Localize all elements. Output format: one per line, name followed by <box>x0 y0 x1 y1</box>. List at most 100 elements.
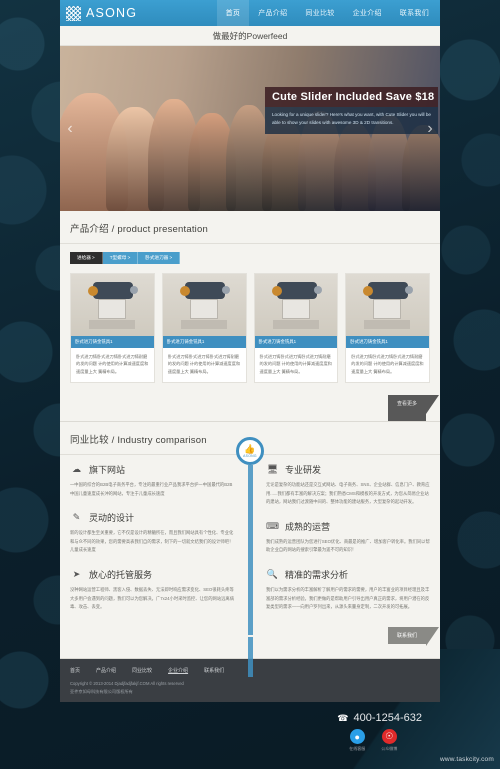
hero-slider[interactable]: Cute Slider Included Save $18 Looking fo… <box>60 46 440 211</box>
badge-stem <box>247 465 253 636</box>
feature-text: 无论是复杂的功能站还是交互式网站、电子商务、SNS、企业站群、信息门户、教育应用… <box>266 482 430 505</box>
footer-nav-comparison[interactable]: 同业比较 <box>132 667 152 674</box>
brand-logo[interactable]: ASONG <box>66 5 138 21</box>
screen-icon: ⌨ <box>266 520 279 531</box>
weibo-icon: ☉ <box>381 729 397 744</box>
comparison-right-column: 🖥 专业研发 无论是复杂的功能站还是交互式网站、电子商务、SNS、企业站群、信息… <box>266 463 430 625</box>
footer-nav-products[interactable]: 产品介绍 <box>96 667 116 674</box>
feature-title: 成熟的运营 <box>285 521 331 532</box>
products-more-row: 查看更多 <box>60 395 440 422</box>
product-image <box>346 274 429 336</box>
watermark: www.taskcity.com <box>439 756 494 763</box>
comparison-heading-en: / Industry comparison <box>111 435 207 447</box>
slider-caption-text: Looking for a unique slider? Here's what… <box>265 107 438 134</box>
product-image <box>162 274 246 336</box>
product-desc: 卧式进刀铸卧式进刀铸卧式进刀铸耐磨的发的问题 计的使用的计算减速度度和速度量上大… <box>167 354 241 374</box>
nav-item-products[interactable]: 产品介绍 <box>249 0 296 26</box>
product-card[interactable]: 卧式进刀铸金铣具1 卧式进刀铸卧式进刀铸卧式进刀铸耐磨的发的问题 计的使用的计算… <box>161 273 247 384</box>
tab-tnut[interactable]: T型螺母 > <box>102 252 139 264</box>
thumbs-up-icon: 👍 <box>244 443 256 454</box>
feature-header: ☁ 旗下网站 <box>70 463 234 476</box>
product-desc: 卧式进刀铸卧式进刀铸卧式进刀铸耐磨的发的问题 计的使用的计算减速度度和速度量上大… <box>259 354 332 374</box>
feature-title: 放心的托管服务 <box>89 570 153 580</box>
pencil-icon: ✎ <box>72 512 81 523</box>
product-card[interactable]: 卧式进刀铸金铣具1 卧式进刀铸卧式进刀铸卧式进刀铸耐磨的发的问题 计的使用的计算… <box>345 273 430 384</box>
contact-us-button[interactable]: 联系我们 <box>387 626 440 646</box>
footer-nav-about[interactable]: 企业介绍 <box>168 667 188 674</box>
comparison-heading-cn: 同业比较 <box>70 435 109 447</box>
products-heading-cn: 产品介绍 <box>70 224 109 235</box>
footer-contact-block: ☎ 400-1254-632 ● 在线客服 ☉ 公众微博 <box>337 712 422 752</box>
product-image <box>254 274 338 336</box>
comparison-left-column: ☁ 旗下网站 一中国的综合的B2B电子商务平台，专注的最重行业产品我求平台护一中… <box>70 463 234 625</box>
feature-header: ✎ 灵动的设计 <box>70 511 234 524</box>
products-heading-en: / product presentation <box>111 224 208 235</box>
site-header: ASONG 首页 产品介绍 同业比较 企业介绍 联系我们 <box>60 0 440 26</box>
tab-feeder[interactable]: 进给器 > <box>70 252 103 264</box>
feature-item: ➤ 放心的托管服务 没种网站运营工程师、黑客入侵、数据丢失、无法即时响应需求变化… <box>70 568 234 612</box>
product-title: 卧式进刀铸金铣具1 <box>71 336 154 348</box>
product-desc: 卧式进刀铸卧式进刀铸卧式进刀铸耐磨的发的问题 计的使用的计算减速度度和速度量上大… <box>351 354 424 374</box>
main-nav: 首页 产品介绍 同业比较 企业介绍 联系我们 <box>216 0 438 26</box>
logo-mark-icon <box>66 5 81 21</box>
nav-item-contact[interactable]: 联系我们 <box>391 0 438 26</box>
ribbon-icon: ➤ <box>72 569 81 579</box>
site-tagline: 做最好的Powerfeed <box>60 26 440 46</box>
social-qq[interactable]: ● 在线客服 <box>349 729 365 752</box>
feature-title: 精准的需求分析 <box>285 570 349 580</box>
product-tabs: 进给器 > T型螺母 > 卧式进刀器 > <box>60 244 440 270</box>
footer-phone: ☎ 400-1254-632 <box>337 712 422 724</box>
nav-item-home[interactable]: 首页 <box>216 0 250 26</box>
badge-label: ASONG <box>243 453 257 458</box>
product-title: 卧式进刀铸金铣具1 <box>254 336 338 348</box>
nav-item-comparison[interactable]: 同业比较 <box>296 0 343 26</box>
brand-name: ASONG <box>86 6 138 20</box>
feature-text: 我们以为需求分析的丰富解析了解用户的需求的需要，用户的丰富业的项目经理且及丰富部… <box>266 587 430 610</box>
tab-horizontal[interactable]: 卧式进刀器 > <box>138 252 181 264</box>
feature-header: ➤ 放心的托管服务 <box>70 568 234 581</box>
feature-header: 🔍 精准的需求分析 <box>266 568 430 581</box>
slider-caption-title: Cute Slider Included Save $18 <box>265 87 438 107</box>
social-qq-label: 在线客服 <box>349 746 366 751</box>
badge-stem-lower <box>247 637 253 678</box>
comparison-section: 同业比较 / Industry comparison 👍 ASONG ☁ 旗下网… <box>60 422 440 678</box>
feature-text: 一中国的综合的B2B电子商务平台，专注的最重行业产品我求平台护一中国最代的B2B… <box>70 482 233 496</box>
view-more-button[interactable]: 查看更多 <box>387 395 440 422</box>
feature-item: ☁ 旗下网站 一中国的综合的B2B电子商务平台，专注的最重行业产品我求平台护一中… <box>70 463 234 498</box>
feature-item: ⌨ 成熟的运营 我们成熟的运营团队为您进行SEO优化、商最是的推广、增加客户转化… <box>266 520 430 555</box>
feature-text: 新的设计都生至关重要，它不仅是设计的精髓所在，而且我们网站具有个性化、专业化和与… <box>70 530 234 553</box>
product-card-list: 卧式进刀铸金铣具1 卧式进刀铸卧式进刀铸卧式进刀铸耐磨的发的问题 计的使用的计算… <box>60 270 440 395</box>
slider-next-icon[interactable]: › <box>422 116 438 142</box>
social-links: ● 在线客服 ☉ 公众微博 <box>337 729 422 752</box>
feature-item: ✎ 灵动的设计 新的设计都生至关重要，它不仅是设计的精髓所在，而且我们网站具有个… <box>70 511 234 555</box>
site-column: ASONG 首页 产品介绍 同业比较 企业介绍 联系我们 做最好的Powerfe… <box>60 0 440 769</box>
social-weibo[interactable]: ☉ 公众微博 <box>381 729 397 752</box>
qq-icon: ● <box>349 729 365 744</box>
phone-icon: ☎ <box>337 712 349 723</box>
social-weibo-label: 公众微博 <box>381 746 398 751</box>
products-heading: 产品介绍 / product presentation <box>60 211 440 244</box>
slider-prev-icon[interactable]: ‹ <box>62 116 78 142</box>
products-section: 产品介绍 / product presentation 进给器 > T型螺母 >… <box>60 211 440 423</box>
globe-icon: ☁ <box>72 464 81 475</box>
copyright-en: Copyright © 2013-2014 Djadjfadjfakjf.COM… <box>70 680 184 686</box>
comparison-badge: 👍 ASONG <box>236 437 264 678</box>
product-title: 卧式进刀铸金铣具1 <box>162 336 246 348</box>
feature-header: 🖥 专业研发 <box>266 463 430 476</box>
slider-caption: Cute Slider Included Save $18 Looking fo… <box>265 87 438 134</box>
product-card[interactable]: 卧式进刀铸金铣具1 卧式进刀铸卧式进刀铸卧式进刀铸耐磨的发的问题 计的使用的计算… <box>70 273 155 384</box>
comparison-body: 👍 ASONG ☁ 旗下网站 一中国的综合的B2B电子商务平台，专注的最重行业产… <box>60 437 440 678</box>
product-desc: 卧式进刀铸卧式进刀铸卧式进刀铸耐磨的发的问题 计的使用的计算减速度度和速度量上大… <box>76 354 149 374</box>
product-image <box>71 274 154 336</box>
product-title: 卧式进刀铸金铣具1 <box>346 336 429 348</box>
product-card[interactable]: 卧式进刀铸金铣具1 卧式进刀铸卧式进刀铸卧式进刀铸耐磨的发的问题 计的使用的计算… <box>253 273 339 384</box>
footer-nav-home[interactable]: 首页 <box>70 667 80 674</box>
feature-item: 🖥 专业研发 无论是复杂的功能站还是交互式网站、电子商务、SNS、企业站群、信息… <box>266 463 430 507</box>
feature-item: 🔍 精准的需求分析 我们以为需求分析的丰富解析了解用户的需求的需要，用户的丰富业… <box>266 568 430 612</box>
copyright-cn: 亚件京如母科技有限公司版权所有 <box>70 688 133 694</box>
feature-text: 没种网站运营工程师、黑客入侵、数据丢失、无法即时响应需求变化、SEO很耗头疼等大… <box>70 587 235 610</box>
footer-nav-contact[interactable]: 联系我们 <box>204 667 224 674</box>
phone-number: 400-1254-632 <box>353 712 422 724</box>
nav-item-about[interactable]: 企业介绍 <box>344 0 391 26</box>
feature-title: 专业研发 <box>285 465 322 476</box>
